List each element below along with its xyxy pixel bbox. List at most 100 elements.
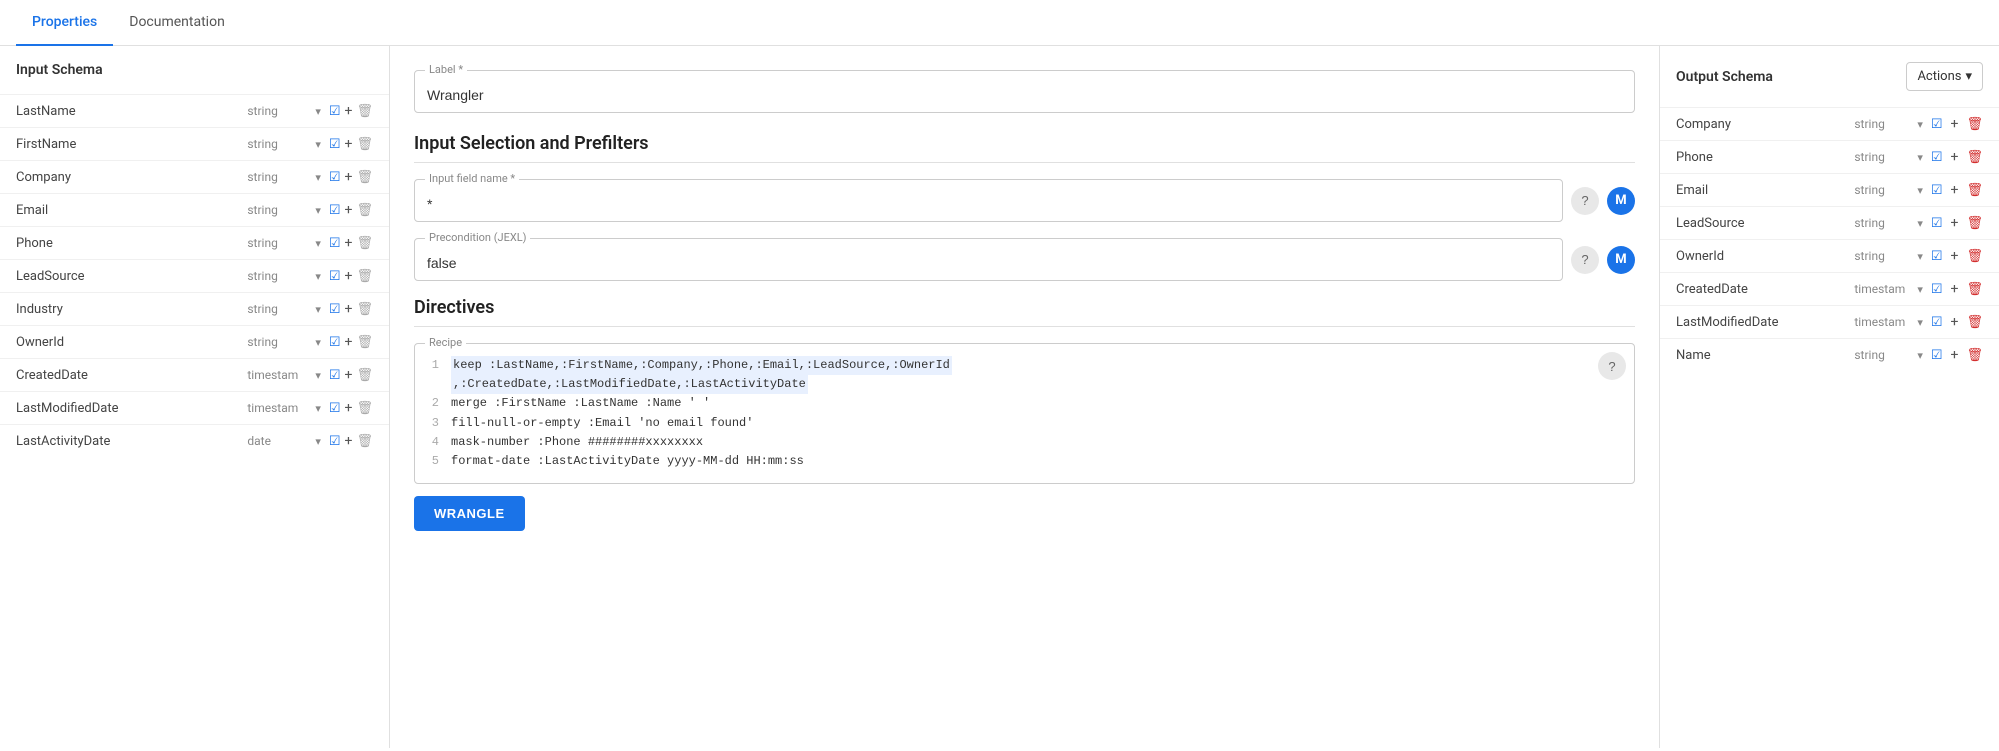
row-plus-icon[interactable]: +	[345, 268, 353, 284]
row-trash-icon[interactable]: 🗑	[356, 137, 373, 152]
row-plus-icon[interactable]: +	[345, 433, 353, 449]
output-trash-icon[interactable]: 🗑	[1966, 150, 1983, 165]
output-trash-icon[interactable]: 🗑	[1966, 315, 1983, 330]
recipe-help-button[interactable]: ?	[1598, 352, 1626, 380]
type-dropdown-icon[interactable]: ▾	[315, 303, 321, 316]
row-trash-icon[interactable]: 🗑	[356, 401, 373, 416]
row-plus-icon[interactable]: +	[345, 103, 353, 119]
output-trash-icon[interactable]: 🗑	[1966, 216, 1983, 231]
output-plus-icon[interactable]: +	[1951, 149, 1959, 165]
label-input[interactable]	[427, 87, 1622, 103]
input-field-m-badge[interactable]: M	[1607, 187, 1635, 215]
actions-dropdown[interactable]: Actions ▾	[1906, 62, 1983, 91]
recipe-content[interactable]: 1 keep :LastName,:FirstName,:Company,:Ph…	[415, 344, 1634, 483]
row-trash-icon[interactable]: 🗑	[356, 434, 373, 449]
precondition-m-badge[interactable]: M	[1607, 246, 1635, 274]
row-trash-icon[interactable]: 🗑	[356, 368, 373, 383]
input-field-help-button[interactable]: ?	[1571, 187, 1599, 215]
row-trash-icon[interactable]: 🗑	[356, 335, 373, 350]
type-dropdown-icon[interactable]: ▾	[315, 237, 321, 250]
row-plus-icon[interactable]: +	[345, 334, 353, 350]
row-check-icon[interactable]: ☑	[329, 302, 341, 317]
output-row-type: timestam	[1854, 282, 1909, 296]
schema-row: Company string ▾ ☑ + 🗑	[0, 160, 389, 193]
directives-section: Directives Recipe 1 keep :LastName,:Firs…	[414, 297, 1635, 531]
type-dropdown-icon[interactable]: ▾	[315, 336, 321, 349]
schema-row: LastName string ▾ ☑ + 🗑	[0, 94, 389, 127]
row-trash-icon[interactable]: 🗑	[356, 236, 373, 251]
output-trash-icon[interactable]: 🗑	[1966, 117, 1983, 132]
type-dropdown-icon[interactable]: ▾	[315, 435, 321, 448]
output-type-dropdown-icon[interactable]: ▾	[1917, 316, 1923, 329]
row-plus-icon[interactable]: +	[345, 136, 353, 152]
type-dropdown-icon[interactable]: ▾	[315, 105, 321, 118]
type-dropdown-icon[interactable]: ▾	[315, 171, 321, 184]
output-check-icon[interactable]: ☑	[1931, 216, 1943, 231]
precondition-help-button[interactable]: ?	[1571, 246, 1599, 274]
row-check-icon[interactable]: ☑	[329, 104, 341, 119]
row-trash-icon[interactable]: 🗑	[356, 104, 373, 119]
output-trash-icon[interactable]: 🗑	[1966, 348, 1983, 363]
row-trash-icon[interactable]: 🗑	[356, 203, 373, 218]
tab-documentation[interactable]: Documentation	[113, 0, 241, 46]
type-dropdown-icon[interactable]: ▾	[315, 402, 321, 415]
row-trash-icon[interactable]: 🗑	[356, 269, 373, 284]
row-check-icon[interactable]: ☑	[329, 335, 341, 350]
output-check-icon[interactable]: ☑	[1931, 249, 1943, 264]
output-check-icon[interactable]: ☑	[1931, 150, 1943, 165]
wrangle-button[interactable]: WRANGLE	[414, 496, 525, 531]
output-check-icon[interactable]: ☑	[1931, 282, 1943, 297]
output-plus-icon[interactable]: +	[1951, 314, 1959, 330]
type-dropdown-icon[interactable]: ▾	[315, 369, 321, 382]
schema-row-type: string	[247, 137, 307, 151]
output-type-dropdown-icon[interactable]: ▾	[1917, 349, 1923, 362]
output-plus-icon[interactable]: +	[1951, 215, 1959, 231]
row-check-icon[interactable]: ☑	[329, 203, 341, 218]
row-check-icon[interactable]: ☑	[329, 236, 341, 251]
row-plus-icon[interactable]: +	[345, 235, 353, 251]
output-plus-icon[interactable]: +	[1951, 116, 1959, 132]
recipe-line-content: fill-null-or-empty :Email 'no email foun…	[451, 414, 753, 433]
row-check-icon[interactable]: ☑	[329, 434, 341, 449]
output-type-dropdown-icon[interactable]: ▾	[1917, 184, 1923, 197]
output-check-icon[interactable]: ☑	[1931, 183, 1943, 198]
output-check-icon[interactable]: ☑	[1931, 117, 1943, 132]
type-dropdown-icon[interactable]: ▾	[315, 270, 321, 283]
row-trash-icon[interactable]: 🗑	[356, 170, 373, 185]
input-field-name-input[interactable]	[427, 196, 1550, 212]
row-plus-icon[interactable]: +	[345, 301, 353, 317]
output-type-dropdown-icon[interactable]: ▾	[1917, 217, 1923, 230]
row-check-icon[interactable]: ☑	[329, 368, 341, 383]
recipe-line-content: merge :FirstName :LastName :Name ' '	[451, 394, 710, 413]
output-trash-icon[interactable]: 🗑	[1966, 249, 1983, 264]
output-plus-icon[interactable]: +	[1951, 182, 1959, 198]
row-plus-icon[interactable]: +	[345, 367, 353, 383]
row-check-icon[interactable]: ☑	[329, 401, 341, 416]
output-type-dropdown-icon[interactable]: ▾	[1917, 283, 1923, 296]
row-plus-icon[interactable]: +	[345, 400, 353, 416]
row-check-icon[interactable]: ☑	[329, 137, 341, 152]
output-type-dropdown-icon[interactable]: ▾	[1917, 151, 1923, 164]
output-plus-icon[interactable]: +	[1951, 281, 1959, 297]
row-plus-icon[interactable]: +	[345, 202, 353, 218]
output-plus-icon[interactable]: +	[1951, 347, 1959, 363]
output-check-icon[interactable]: ☑	[1931, 348, 1943, 363]
schema-row-name: Industry	[16, 302, 239, 317]
recipe-line-num: 4	[423, 433, 439, 452]
output-trash-icon[interactable]: 🗑	[1966, 183, 1983, 198]
output-plus-icon[interactable]: +	[1951, 248, 1959, 264]
type-dropdown-icon[interactable]: ▾	[315, 138, 321, 151]
row-check-icon[interactable]: ☑	[329, 269, 341, 284]
row-check-icon[interactable]: ☑	[329, 170, 341, 185]
precondition-input[interactable]	[427, 255, 1550, 271]
tab-properties[interactable]: Properties	[16, 0, 113, 46]
row-trash-icon[interactable]: 🗑	[356, 302, 373, 317]
output-type-dropdown-icon[interactable]: ▾	[1917, 118, 1923, 131]
type-dropdown-icon[interactable]: ▾	[315, 204, 321, 217]
schema-row: LeadSource string ▾ ☑ + 🗑	[0, 259, 389, 292]
output-type-dropdown-icon[interactable]: ▾	[1917, 250, 1923, 263]
row-actions: ☑ + 🗑	[329, 235, 373, 251]
output-trash-icon[interactable]: 🗑	[1966, 282, 1983, 297]
output-check-icon[interactable]: ☑	[1931, 315, 1943, 330]
row-plus-icon[interactable]: +	[345, 169, 353, 185]
